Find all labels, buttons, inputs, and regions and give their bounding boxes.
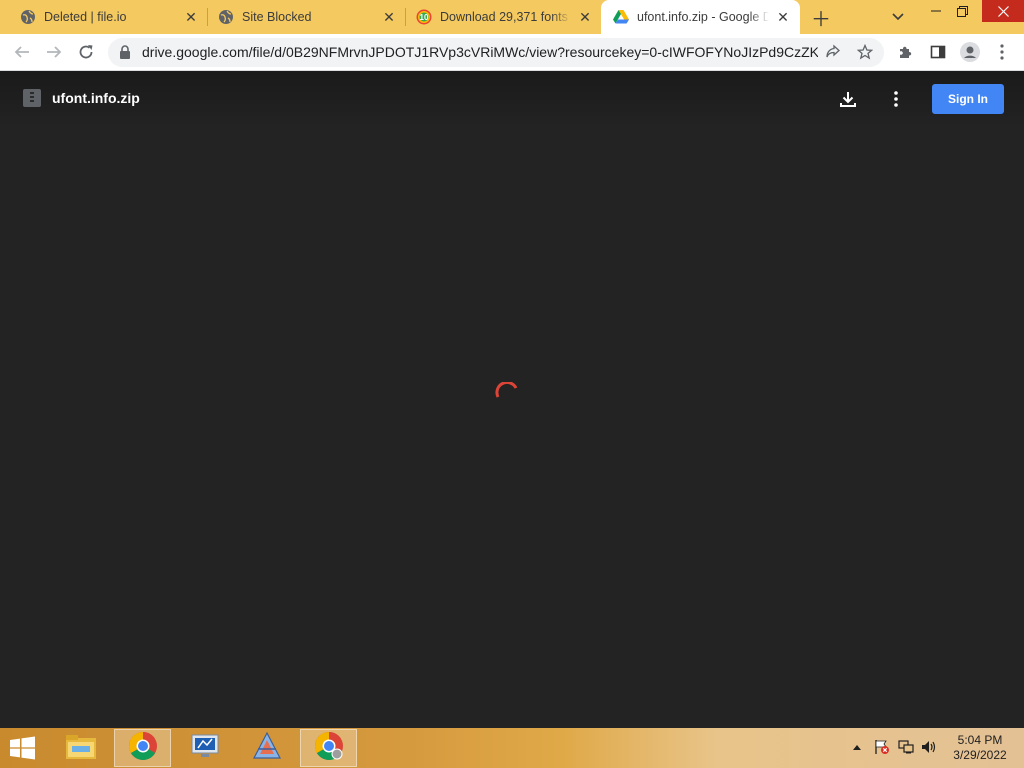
taskbar-clock[interactable]: 5:04 PM 3/29/2022	[944, 733, 1016, 763]
fonts-site-icon: 10	[416, 9, 432, 25]
extensions-puzzle-icon[interactable]	[894, 40, 918, 64]
volume-icon[interactable]	[920, 738, 938, 756]
taskbar-chrome-second[interactable]	[300, 729, 357, 767]
tab-title: Download 29,371 fonts w	[440, 10, 571, 24]
close-tab-icon[interactable]: ✕	[183, 9, 199, 25]
clock-time: 5:04 PM	[957, 733, 1003, 747]
tab-title: Deleted | file.io	[44, 10, 127, 24]
show-hidden-icons-button[interactable]	[848, 738, 866, 756]
url-text: drive.google.com/file/d/0B29NFMrvnJPDOTJ…	[142, 44, 818, 60]
file-explorer-icon	[65, 732, 97, 765]
windows-start-button[interactable]	[8, 736, 40, 760]
clock-date: 3/29/2022	[953, 748, 1007, 762]
profile-avatar-icon[interactable]	[958, 40, 982, 64]
taskbar-file-explorer[interactable]	[52, 729, 109, 767]
restore-button[interactable]	[947, 0, 977, 22]
zip-file-icon	[23, 89, 41, 107]
taskbar-app[interactable]	[238, 729, 295, 767]
taskbar-chrome-active[interactable]	[114, 729, 171, 767]
browser-menu-icon[interactable]	[990, 40, 1014, 64]
tab-site-blocked[interactable]: Site Blocked ✕	[198, 0, 406, 34]
tab-ufont-zip[interactable]: ufont.info.zip - Google D ✕	[601, 0, 800, 34]
share-icon[interactable]	[822, 41, 844, 63]
tab-title: ufont.info.zip - Google D	[637, 10, 769, 24]
globe-icon	[20, 9, 36, 25]
close-tab-icon[interactable]: ✕	[775, 9, 791, 25]
taskbar-remote-desktop[interactable]	[176, 729, 233, 767]
lock-icon[interactable]	[119, 45, 133, 61]
close-tab-icon[interactable]: ✕	[381, 9, 397, 25]
tab-title: Site Blocked	[242, 10, 312, 24]
globe-icon	[218, 9, 234, 25]
bookmark-star-icon[interactable]	[854, 41, 876, 63]
remote-desktop-icon	[190, 733, 220, 764]
browser-toolbar: drive.google.com/file/d/0B29NFMrvnJPDOTJ…	[0, 34, 1024, 71]
tab-search-chevron-icon[interactable]	[888, 7, 908, 27]
app-icon	[252, 731, 282, 766]
google-drive-icon	[613, 9, 629, 25]
address-bar[interactable]: drive.google.com/file/d/0B29NFMrvnJPDOTJ…	[108, 38, 884, 67]
tab-deleted-file-io[interactable]: Deleted | file.io ✕	[0, 0, 208, 34]
chrome-icon	[314, 731, 344, 766]
back-button[interactable]	[10, 40, 34, 64]
tab-download-fonts[interactable]: 10 Download 29,371 fonts w ✕	[396, 0, 602, 34]
forward-button[interactable]	[42, 40, 66, 64]
network-icon[interactable]	[897, 738, 915, 756]
loading-spinner-icon	[495, 380, 521, 408]
reload-button[interactable]	[74, 40, 98, 64]
file-name: ufont.info.zip	[52, 90, 140, 106]
chrome-icon	[128, 731, 158, 766]
close-tab-icon[interactable]: ✕	[577, 9, 593, 25]
new-tab-button[interactable]: ＋	[809, 5, 833, 31]
viewer-header: ufont.info.zip Sign In	[0, 71, 1024, 127]
side-panel-icon[interactable]	[926, 40, 950, 64]
tab-strip: Deleted | file.io ✕ Site Blocked ✕ 10 Do…	[0, 0, 1024, 34]
sign-in-button[interactable]: Sign In	[932, 84, 1004, 114]
download-icon[interactable]	[836, 87, 860, 111]
action-center-flag-icon[interactable]	[873, 738, 891, 756]
drive-file-viewer: ufont.info.zip Sign In	[0, 71, 1024, 728]
close-window-button[interactable]	[982, 0, 1024, 22]
windows-taskbar: 5:04 PM 3/29/2022	[0, 728, 1024, 768]
svg-text:10: 10	[420, 13, 429, 22]
more-options-icon[interactable]	[884, 87, 908, 111]
